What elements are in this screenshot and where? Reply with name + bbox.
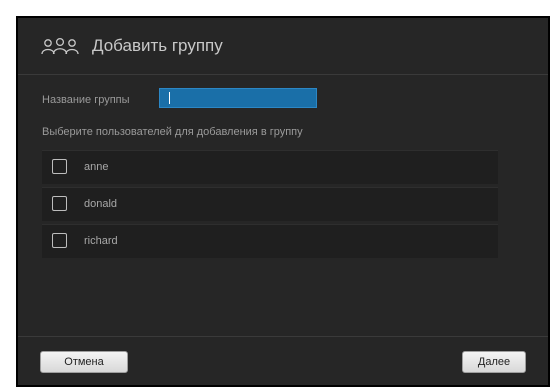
group-name-label: Название группы bbox=[42, 94, 130, 106]
group-icon bbox=[41, 37, 79, 55]
select-users-label: Выберите пользователей для добавления в … bbox=[42, 126, 303, 138]
user-row-donald[interactable]: donald bbox=[42, 187, 498, 221]
user-name: richard bbox=[84, 235, 118, 247]
dialog-footer: Отмена Далее bbox=[18, 336, 548, 385]
window-top-strip bbox=[0, 0, 556, 16]
dialog-title: Добавить группу bbox=[92, 36, 223, 55]
cancel-button[interactable]: Отмена bbox=[40, 351, 128, 373]
next-button[interactable]: Далее bbox=[462, 351, 526, 373]
user-row-richard[interactable]: richard bbox=[42, 224, 498, 258]
group-name-input[interactable] bbox=[159, 88, 317, 108]
user-name: donald bbox=[84, 198, 118, 210]
user-row-anne[interactable]: anne bbox=[42, 150, 498, 184]
user-checkbox[interactable] bbox=[52, 159, 67, 174]
user-name: anne bbox=[84, 161, 109, 173]
user-checkbox[interactable] bbox=[52, 196, 67, 211]
dialog-header: Добавить группу bbox=[18, 18, 548, 75]
add-group-dialog: Добавить группу Название группы Выберите… bbox=[16, 16, 550, 387]
user-checkbox[interactable] bbox=[52, 233, 67, 248]
text-cursor bbox=[169, 92, 170, 104]
user-list: anne donald richard bbox=[42, 150, 498, 261]
